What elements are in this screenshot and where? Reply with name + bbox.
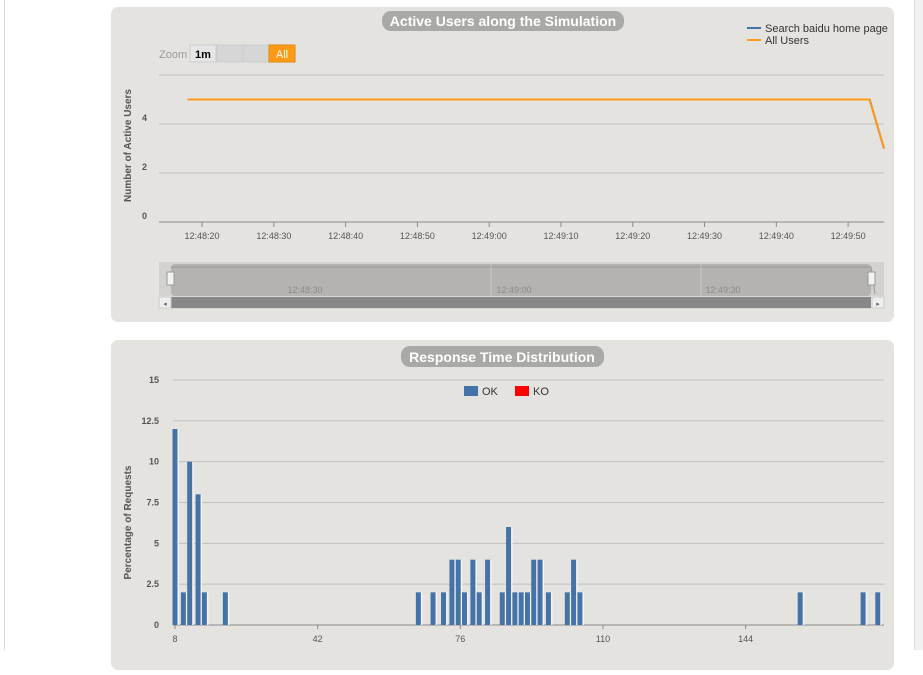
- y-tick-label: 7.5: [146, 498, 159, 508]
- y-tick-label: 10: [149, 457, 159, 467]
- bar-ok[interactable]: [441, 592, 447, 625]
- x-tick-label: 12:49:30: [687, 231, 722, 241]
- navigator-handle-left[interactable]: [166, 271, 175, 286]
- y-tick-label: 0: [142, 211, 147, 221]
- response-time-bars: [172, 429, 882, 625]
- response-time-title: Response Time Distribution: [409, 349, 595, 365]
- active-users-title: Active Users along the Simulation: [390, 13, 616, 29]
- bar-ok[interactable]: [222, 592, 228, 625]
- active-users-y-axis-label: Number of Active Users: [123, 89, 134, 202]
- page-border-left: [4, 0, 5, 650]
- x-tick-label: 8: [172, 634, 177, 644]
- bar-ok[interactable]: [860, 592, 866, 625]
- bar-ok[interactable]: [430, 592, 436, 625]
- bar-ok[interactable]: [201, 592, 207, 625]
- x-tick-label: 12:48:30: [256, 231, 291, 241]
- active-users-gridlines: [159, 74, 884, 223]
- bar-ok[interactable]: [485, 559, 491, 625]
- bar-ok[interactable]: [187, 461, 193, 625]
- x-tick-label: 76: [455, 634, 465, 644]
- zoom-button-3[interactable]: [242, 44, 270, 63]
- zoom-button-all-label: All: [276, 49, 288, 61]
- bar-ok[interactable]: [564, 592, 570, 625]
- x-tick-label: 110: [596, 634, 610, 644]
- response-time-y-axis-label: Percentage of Requests: [123, 465, 134, 579]
- navigator-handle-right[interactable]: [867, 271, 876, 286]
- page-scrollbar[interactable]: [914, 0, 923, 650]
- y-tick-label: 15: [149, 375, 159, 385]
- x-tick-label: 144: [738, 634, 753, 644]
- bar-ok[interactable]: [875, 592, 881, 625]
- bar-ok[interactable]: [524, 592, 530, 625]
- response-time-legend: OK KO: [464, 386, 549, 398]
- x-tick-label: 12:48:50: [400, 231, 435, 241]
- x-tick-label: 12:48:20: [185, 231, 220, 241]
- navigator-label-3: 12:49:30: [705, 285, 740, 295]
- x-tick-label: 42: [313, 634, 323, 644]
- response-time-title-group: Response Time Distribution: [401, 346, 604, 367]
- x-tick-label: 12:48:40: [328, 231, 363, 241]
- bar-ok[interactable]: [462, 592, 468, 625]
- response-time-gridlines: [173, 379, 884, 626]
- active-users-y-ticks: 0 2 4: [142, 113, 147, 221]
- y-tick-label: 5: [154, 538, 159, 548]
- bar-ok[interactable]: [797, 592, 803, 625]
- legend-item-label[interactable]: OK: [482, 386, 499, 398]
- bar-ok[interactable]: [172, 429, 178, 625]
- zoom-label: Zoom: [159, 49, 187, 61]
- x-tick-label: 12:49:40: [759, 231, 794, 241]
- bar-ok[interactable]: [512, 592, 518, 625]
- bar-ok[interactable]: [537, 559, 543, 625]
- navigator-label-1: 12:48:30: [287, 285, 322, 295]
- y-tick-label: 12.5: [141, 416, 159, 426]
- bar-ok[interactable]: [449, 559, 455, 625]
- bar-ok[interactable]: [499, 592, 505, 625]
- navigator[interactable]: 12:48:30 12:49:00 12:49:30 ◂ ▸: [158, 262, 885, 309]
- x-tick-label: 12:49:50: [831, 231, 866, 241]
- navigator-scrollbar-thumb[interactable]: [171, 297, 871, 308]
- response-time-chart: Response Time Distribution 0 2.5 5 7.5 10 12.…: [123, 346, 884, 644]
- zoom-button-1m-label: 1m: [195, 49, 211, 61]
- active-users-x-ticks: 12:48:20 12:48:30 12:48:40 12:48:50 12:49:00…: [185, 222, 866, 241]
- scroll-right-arrow-icon: ▸: [876, 301, 880, 308]
- active-users-panel: Active Users along the Simulation Zoom 1…: [111, 7, 894, 322]
- bar-ok[interactable]: [180, 592, 186, 625]
- x-tick-label: 12:49:20: [615, 231, 650, 241]
- bar-ok[interactable]: [195, 494, 201, 625]
- bar-ok[interactable]: [415, 592, 421, 625]
- bar-ok[interactable]: [518, 592, 524, 625]
- active-users-legend: Search baidu home pageAll Users: [747, 23, 888, 47]
- zoom-controls: Zoom 1m All: [159, 44, 296, 63]
- bar-ok[interactable]: [571, 559, 577, 625]
- bar-ok[interactable]: [577, 592, 583, 625]
- legend-item-label[interactable]: Search baidu home page: [765, 23, 888, 35]
- y-tick-label: 0: [154, 620, 159, 630]
- x-tick-label: 12:49:00: [472, 231, 507, 241]
- response-time-panel: Response Time Distribution 0 2.5 5 7.5 10 12.…: [111, 340, 894, 670]
- y-tick-label: 2.5: [146, 579, 159, 589]
- legend-item-label[interactable]: KO: [533, 386, 549, 398]
- bar-ok[interactable]: [455, 559, 461, 625]
- bar-ok[interactable]: [476, 592, 482, 625]
- y-tick-label: 2: [142, 162, 147, 172]
- zoom-button-2[interactable]: [216, 44, 244, 63]
- legend-swatch-ok: [464, 386, 478, 396]
- legend-item-label[interactable]: All Users: [765, 35, 810, 47]
- x-tick-label: 12:49:10: [543, 231, 578, 241]
- response-time-y-ticks: 0 2.5 5 7.5 10 12.5 15: [141, 375, 159, 630]
- active-users-title-group: Active Users along the Simulation: [382, 11, 624, 31]
- legend-swatch-ko: [515, 386, 529, 396]
- bar-ok[interactable]: [506, 527, 512, 625]
- bar-ok[interactable]: [545, 592, 551, 625]
- bar-ok[interactable]: [470, 559, 476, 625]
- y-tick-label: 4: [142, 113, 147, 123]
- bar-ok[interactable]: [531, 559, 537, 625]
- scroll-left-arrow-icon: ◂: [163, 301, 167, 308]
- navigator-label-2: 12:49:00: [496, 285, 531, 295]
- active-users-chart: Active Users along the Simulation Zoom 1…: [123, 11, 888, 309]
- response-time-x-ticks: 8 42 76 110 144: [172, 625, 753, 644]
